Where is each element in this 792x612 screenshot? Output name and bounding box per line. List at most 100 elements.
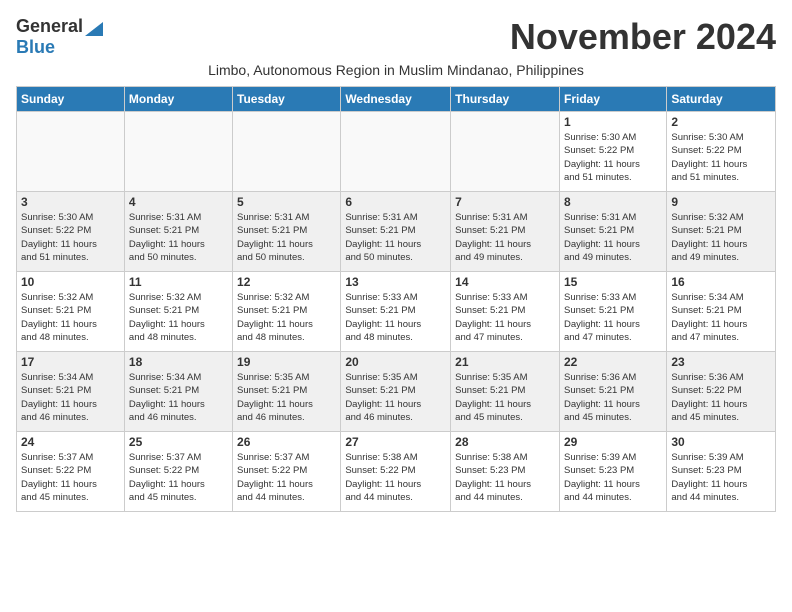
logo: General Blue: [16, 16, 103, 58]
logo-triangle-icon: [85, 18, 103, 36]
column-header-wednesday: Wednesday: [341, 87, 451, 112]
day-number: 10: [21, 275, 120, 289]
day-number: 16: [671, 275, 771, 289]
day-info: Sunrise: 5:31 AM Sunset: 5:21 PM Dayligh…: [345, 211, 446, 264]
day-number: 15: [564, 275, 662, 289]
day-info: Sunrise: 5:30 AM Sunset: 5:22 PM Dayligh…: [564, 131, 662, 184]
day-number: 30: [671, 435, 771, 449]
day-number: 18: [129, 355, 228, 369]
calendar-day-cell: 19 Sunrise: 5:35 AM Sunset: 5:21 PM Dayli…: [233, 352, 341, 432]
day-number: 11: [129, 275, 228, 289]
day-info: Sunrise: 5:31 AM Sunset: 5:21 PM Dayligh…: [455, 211, 555, 264]
day-number: 4: [129, 195, 228, 209]
day-info: Sunrise: 5:30 AM Sunset: 5:22 PM Dayligh…: [671, 131, 771, 184]
day-info: Sunrise: 5:37 AM Sunset: 5:22 PM Dayligh…: [129, 451, 228, 504]
calendar-day-cell: [451, 112, 560, 192]
calendar-week-row: 3 Sunrise: 5:30 AM Sunset: 5:22 PM Daylig…: [17, 192, 776, 272]
day-number: 19: [237, 355, 336, 369]
column-header-thursday: Thursday: [451, 87, 560, 112]
day-number: 29: [564, 435, 662, 449]
calendar-day-cell: 26 Sunrise: 5:37 AM Sunset: 5:22 PM Dayli…: [233, 432, 341, 512]
calendar-day-cell: 13 Sunrise: 5:33 AM Sunset: 5:21 PM Dayli…: [341, 272, 451, 352]
day-number: 7: [455, 195, 555, 209]
day-info: Sunrise: 5:30 AM Sunset: 5:22 PM Dayligh…: [21, 211, 120, 264]
calendar-day-cell: 22Sunrise: 5:36 AM Sunset: 5:21 PM Dayli…: [559, 352, 666, 432]
calendar-day-cell: 11Sunrise: 5:32 AM Sunset: 5:21 PM Dayli…: [124, 272, 232, 352]
day-number: 17: [21, 355, 120, 369]
day-number: 21: [455, 355, 555, 369]
day-info: Sunrise: 5:32 AM Sunset: 5:21 PM Dayligh…: [237, 291, 336, 344]
calendar-day-cell: 6 Sunrise: 5:31 AM Sunset: 5:21 PM Daylig…: [341, 192, 451, 272]
day-info: Sunrise: 5:31 AM Sunset: 5:21 PM Dayligh…: [564, 211, 662, 264]
day-info: Sunrise: 5:31 AM Sunset: 5:21 PM Dayligh…: [129, 211, 228, 264]
day-info: Sunrise: 5:33 AM Sunset: 5:21 PM Dayligh…: [345, 291, 446, 344]
day-info: Sunrise: 5:38 AM Sunset: 5:23 PM Dayligh…: [455, 451, 555, 504]
day-info: Sunrise: 5:34 AM Sunset: 5:21 PM Dayligh…: [671, 291, 771, 344]
day-number: 22: [564, 355, 662, 369]
day-info: Sunrise: 5:35 AM Sunset: 5:21 PM Dayligh…: [455, 371, 555, 424]
day-info: Sunrise: 5:34 AM Sunset: 5:21 PM Dayligh…: [129, 371, 228, 424]
day-number: 5: [237, 195, 336, 209]
month-year-title: November 2024: [510, 16, 776, 58]
day-info: Sunrise: 5:32 AM Sunset: 5:21 PM Dayligh…: [671, 211, 771, 264]
day-number: 8: [564, 195, 662, 209]
calendar-day-cell: 25 Sunrise: 5:37 AM Sunset: 5:22 PM Dayli…: [124, 432, 232, 512]
day-number: 1: [564, 115, 662, 129]
calendar-day-cell: 24Sunrise: 5:37 AM Sunset: 5:22 PM Dayli…: [17, 432, 125, 512]
day-info: Sunrise: 5:36 AM Sunset: 5:22 PM Dayligh…: [671, 371, 771, 424]
column-header-sunday: Sunday: [17, 87, 125, 112]
calendar-week-row: 17 Sunrise: 5:34 AM Sunset: 5:21 PM Dayli…: [17, 352, 776, 432]
day-number: 6: [345, 195, 446, 209]
day-number: 13: [345, 275, 446, 289]
day-info: Sunrise: 5:37 AM Sunset: 5:22 PM Dayligh…: [237, 451, 336, 504]
day-number: 2: [671, 115, 771, 129]
calendar-table: SundayMondayTuesdayWednesdayThursdayFrid…: [16, 86, 776, 512]
logo-general-text: General: [16, 16, 83, 37]
calendar-day-cell: 2 Sunrise: 5:30 AM Sunset: 5:22 PM Daylig…: [667, 112, 776, 192]
day-number: 27: [345, 435, 446, 449]
day-info: Sunrise: 5:34 AM Sunset: 5:21 PM Dayligh…: [21, 371, 120, 424]
day-info: Sunrise: 5:35 AM Sunset: 5:21 PM Dayligh…: [237, 371, 336, 424]
day-number: 14: [455, 275, 555, 289]
calendar-day-cell: 8 Sunrise: 5:31 AM Sunset: 5:21 PM Daylig…: [559, 192, 666, 272]
calendar-header-row: SundayMondayTuesdayWednesdayThursdayFrid…: [17, 87, 776, 112]
calendar-day-cell: 16 Sunrise: 5:34 AM Sunset: 5:21 PM Dayli…: [667, 272, 776, 352]
calendar-day-cell: [124, 112, 232, 192]
logo-blue-text: Blue: [16, 37, 55, 57]
day-number: 25: [129, 435, 228, 449]
calendar-day-cell: 28Sunrise: 5:38 AM Sunset: 5:23 PM Dayli…: [451, 432, 560, 512]
calendar-day-cell: 17 Sunrise: 5:34 AM Sunset: 5:21 PM Dayli…: [17, 352, 125, 432]
calendar-day-cell: 30Sunrise: 5:39 AM Sunset: 5:23 PM Dayli…: [667, 432, 776, 512]
day-number: 23: [671, 355, 771, 369]
calendar-day-cell: 20 Sunrise: 5:35 AM Sunset: 5:21 PM Dayli…: [341, 352, 451, 432]
day-number: 20: [345, 355, 446, 369]
calendar-day-cell: 23 Sunrise: 5:36 AM Sunset: 5:22 PM Dayli…: [667, 352, 776, 432]
calendar-day-cell: [233, 112, 341, 192]
day-number: 12: [237, 275, 336, 289]
column-header-tuesday: Tuesday: [233, 87, 341, 112]
calendar-day-cell: 5 Sunrise: 5:31 AM Sunset: 5:21 PM Daylig…: [233, 192, 341, 272]
page-header: General Blue November 2024: [16, 16, 776, 58]
calendar-week-row: 10 Sunrise: 5:32 AM Sunset: 5:21 PM Dayli…: [17, 272, 776, 352]
column-header-saturday: Saturday: [667, 87, 776, 112]
calendar-day-cell: 1 Sunrise: 5:30 AM Sunset: 5:22 PM Daylig…: [559, 112, 666, 192]
day-number: 26: [237, 435, 336, 449]
day-number: 3: [21, 195, 120, 209]
calendar-day-cell: 14 Sunrise: 5:33 AM Sunset: 5:21 PM Dayli…: [451, 272, 560, 352]
calendar-week-row: 1 Sunrise: 5:30 AM Sunset: 5:22 PM Daylig…: [17, 112, 776, 192]
calendar-day-cell: 3 Sunrise: 5:30 AM Sunset: 5:22 PM Daylig…: [17, 192, 125, 272]
day-info: Sunrise: 5:37 AM Sunset: 5:22 PM Dayligh…: [21, 451, 120, 504]
calendar-day-cell: 12 Sunrise: 5:32 AM Sunset: 5:21 PM Dayli…: [233, 272, 341, 352]
column-header-monday: Monday: [124, 87, 232, 112]
calendar-day-cell: 18 Sunrise: 5:34 AM Sunset: 5:21 PM Dayli…: [124, 352, 232, 432]
day-info: Sunrise: 5:38 AM Sunset: 5:22 PM Dayligh…: [345, 451, 446, 504]
calendar-day-cell: 9Sunrise: 5:32 AM Sunset: 5:21 PM Daylig…: [667, 192, 776, 272]
day-info: Sunrise: 5:31 AM Sunset: 5:21 PM Dayligh…: [237, 211, 336, 264]
calendar-day-cell: [341, 112, 451, 192]
location-subtitle: Limbo, Autonomous Region in Muslim Minda…: [16, 62, 776, 78]
column-header-friday: Friday: [559, 87, 666, 112]
calendar-day-cell: [17, 112, 125, 192]
calendar-day-cell: 7 Sunrise: 5:31 AM Sunset: 5:21 PM Daylig…: [451, 192, 560, 272]
day-info: Sunrise: 5:35 AM Sunset: 5:21 PM Dayligh…: [345, 371, 446, 424]
day-info: Sunrise: 5:33 AM Sunset: 5:21 PM Dayligh…: [455, 291, 555, 344]
